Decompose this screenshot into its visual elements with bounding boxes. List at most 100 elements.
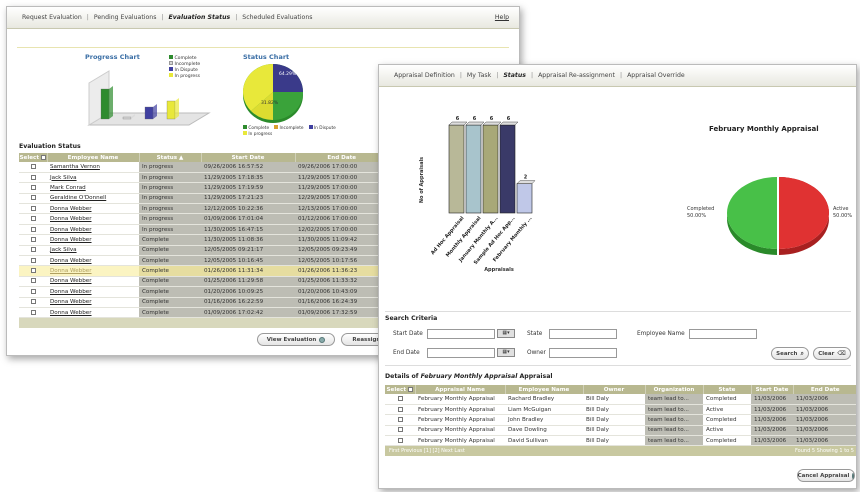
row-checkbox-cell[interactable] <box>385 425 415 437</box>
view-evaluation-button[interactable]: View Evaluation <box>257 333 335 346</box>
employee-name-cell[interactable]: Geraldine O'Donnell <box>47 193 139 205</box>
col-status[interactable]: Status ▲ <box>139 153 202 162</box>
row-checkbox-cell[interactable] <box>19 265 47 277</box>
row-checkbox[interactable] <box>30 288 36 294</box>
table-row[interactable]: Donna Webber Complete 11/30/2005 11:08:36 1… <box>19 234 389 246</box>
table-row[interactable]: Donna Webber Complete 01/26/2006 11:31:34 0… <box>19 265 389 277</box>
row-checkbox-cell[interactable] <box>385 404 415 416</box>
table-row[interactable]: February Monthly Appraisal Liam McGuigan B… <box>385 404 856 416</box>
row-checkbox-cell[interactable] <box>19 213 47 225</box>
table-row[interactable]: Geraldine O'Donnell In progress 11/29/2005… <box>19 193 389 205</box>
employee-name-cell[interactable]: Donna Webber <box>47 297 139 308</box>
start-date-input[interactable] <box>427 329 495 339</box>
row-checkbox-cell[interactable] <box>19 255 47 267</box>
employee-name-cell[interactable]: Donna Webber <box>47 203 139 215</box>
row-checkbox-cell[interactable] <box>19 276 47 288</box>
row-checkbox[interactable] <box>30 163 36 169</box>
table-row[interactable]: February Monthly Appraisal David Sullivan… <box>385 435 856 447</box>
table-row[interactable]: Jack Silva Complete 12/05/2005 09:21:17 12/… <box>19 245 389 257</box>
row-checkbox-cell[interactable] <box>19 224 47 236</box>
row-checkbox-cell[interactable] <box>19 182 47 194</box>
search-button[interactable]: Search ⌕ <box>771 347 809 360</box>
owner-input[interactable] <box>549 348 617 358</box>
col-state[interactable]: State <box>703 385 752 394</box>
table-row[interactable]: Donna Webber Complete 01/09/2006 17:02:42 0… <box>19 307 389 319</box>
table-row[interactable]: Donna Webber Complete 01/16/2006 16:22:59 0… <box>19 297 389 308</box>
row-checkbox[interactable] <box>30 278 36 284</box>
nav-my-task[interactable]: My Task <box>462 72 496 79</box>
row-checkbox[interactable] <box>30 247 36 253</box>
col-organization[interactable]: Organization <box>645 385 704 394</box>
row-checkbox-cell[interactable] <box>385 394 415 405</box>
table-row[interactable]: Jack Silva In progress 11/29/2005 17:18:35… <box>19 172 389 184</box>
row-checkbox-cell[interactable] <box>19 286 47 298</box>
employee-name-cell[interactable]: Donna Webber <box>47 255 139 267</box>
nav-pending-evaluations[interactable]: Pending Evaluations <box>89 14 162 21</box>
col-start-date[interactable]: Start Date <box>201 153 296 162</box>
row-checkbox[interactable] <box>397 437 403 443</box>
col-appraisal-name[interactable]: Appraisal Name <box>415 385 506 394</box>
employee-name-cell[interactable]: Donna Webber <box>47 286 139 298</box>
clear-button[interactable]: Clear ⌫ <box>813 347 851 360</box>
table-row[interactable]: February Monthly Appraisal Dave Dowling Bi… <box>385 425 856 437</box>
nav-appraisal-definition[interactable]: Appraisal Definition <box>389 72 460 79</box>
table-row[interactable]: Donna Webber In progress 11/30/2005 16:47:… <box>19 224 389 236</box>
nav-evaluation-status[interactable]: Evaluation Status <box>164 14 236 21</box>
state-input[interactable] <box>549 329 617 339</box>
nav-appraisal-override[interactable]: Appraisal Override <box>622 72 690 79</box>
table-row[interactable]: Donna Webber In progress 01/09/2006 17:01:… <box>19 213 389 225</box>
row-checkbox[interactable] <box>30 174 36 180</box>
row-checkbox[interactable] <box>30 268 36 274</box>
row-checkbox[interactable] <box>30 205 36 211</box>
row-checkbox-cell[interactable] <box>19 193 47 205</box>
employee-name-cell[interactable]: Donna Webber <box>47 307 139 319</box>
row-checkbox[interactable] <box>30 195 36 201</box>
select-all-checkbox[interactable] <box>40 154 46 160</box>
row-checkbox-cell[interactable] <box>385 435 415 447</box>
employee-name-cell[interactable]: Samantha Vernon <box>47 162 139 173</box>
row-checkbox-cell[interactable] <box>19 245 47 257</box>
row-checkbox[interactable] <box>397 416 403 422</box>
help-link[interactable]: Help <box>495 14 509 21</box>
row-checkbox[interactable] <box>30 309 36 315</box>
row-checkbox-cell[interactable] <box>19 203 47 215</box>
row-checkbox-cell[interactable] <box>19 297 47 308</box>
row-checkbox[interactable] <box>397 406 403 412</box>
row-checkbox[interactable] <box>30 257 36 263</box>
row-checkbox-cell[interactable] <box>19 172 47 184</box>
employee-name-cell[interactable]: Mark Conrad <box>47 182 139 194</box>
col-employee-name[interactable]: Employee Name <box>47 153 140 162</box>
nav-scheduled-evaluations[interactable]: Scheduled Evaluations <box>237 14 317 21</box>
row-checkbox-cell[interactable] <box>19 307 47 319</box>
row-checkbox[interactable] <box>397 427 403 433</box>
col-employee-name[interactable]: Employee Name <box>505 385 584 394</box>
employee-name-cell[interactable]: Donna Webber <box>47 213 139 225</box>
employee-name-cell[interactable]: Donna Webber <box>47 265 139 277</box>
table-row[interactable]: Donna Webber Complete 01/20/2006 10:09:25 0… <box>19 286 389 298</box>
nav-status[interactable]: Status <box>498 72 531 79</box>
row-checkbox[interactable] <box>397 395 403 401</box>
employee-name-cell[interactable]: Jack Silva <box>47 172 139 184</box>
table-row[interactable]: Mark Conrad In progress 11/29/2005 17:19:5… <box>19 182 389 194</box>
row-checkbox[interactable] <box>30 216 36 222</box>
row-checkbox[interactable] <box>30 236 36 242</box>
employee-name-cell[interactable]: Donna Webber <box>47 276 139 288</box>
row-checkbox-cell[interactable] <box>19 162 47 173</box>
col-end-date[interactable]: End Date <box>295 153 389 162</box>
table-row[interactable]: February Monthly Appraisal John Bradley Bi… <box>385 414 856 426</box>
pager-links[interactable]: First Previous [1] [2] Next Last <box>389 448 465 454</box>
table-row[interactable]: Donna Webber Complete 01/25/2006 11:29:58 0… <box>19 276 389 288</box>
employee-name-cell[interactable]: Jack Silva <box>47 245 139 257</box>
employee-name-cell[interactable]: Donna Webber <box>47 224 139 236</box>
row-checkbox[interactable] <box>30 184 36 190</box>
cancel-appraisal-button[interactable]: Cancel Appraisal <box>797 469 855 482</box>
col-start-date[interactable]: Start Date <box>751 385 794 394</box>
table-row[interactable]: February Monthly Appraisal Rachard Bradle… <box>385 394 856 405</box>
employee-name-input[interactable] <box>689 329 757 339</box>
row-checkbox[interactable] <box>30 299 36 305</box>
table-row[interactable]: Samantha Vernon In progress 09/26/2006 16:… <box>19 162 389 173</box>
table-row[interactable]: Donna Webber In progress 12/12/2005 10:22:… <box>19 203 389 215</box>
row-checkbox-cell[interactable] <box>19 234 47 246</box>
table-row[interactable]: Donna Webber Complete 12/05/2005 10:16:45 1… <box>19 255 389 267</box>
end-date-calendar-icon[interactable]: ▦▾ <box>497 348 515 357</box>
